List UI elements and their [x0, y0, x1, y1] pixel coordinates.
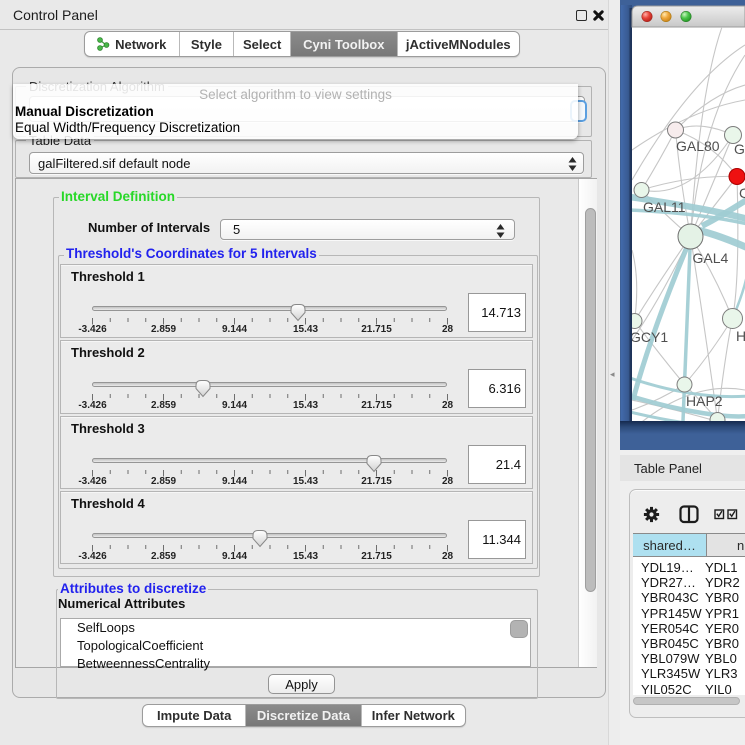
svg-text:CDC2: CDC2: [739, 185, 745, 201]
svg-text:HIS4: HIS4: [736, 328, 745, 344]
svg-text:GAL11: GAL11: [643, 199, 686, 215]
svg-text:GAL80: GAL80: [676, 138, 720, 154]
svg-text:HAP2: HAP2: [686, 393, 723, 409]
svg-text:GCY1: GCY1: [630, 329, 668, 345]
svg-text:GAL1: GAL1: [734, 141, 745, 157]
svg-text:GAL4: GAL4: [693, 250, 729, 266]
